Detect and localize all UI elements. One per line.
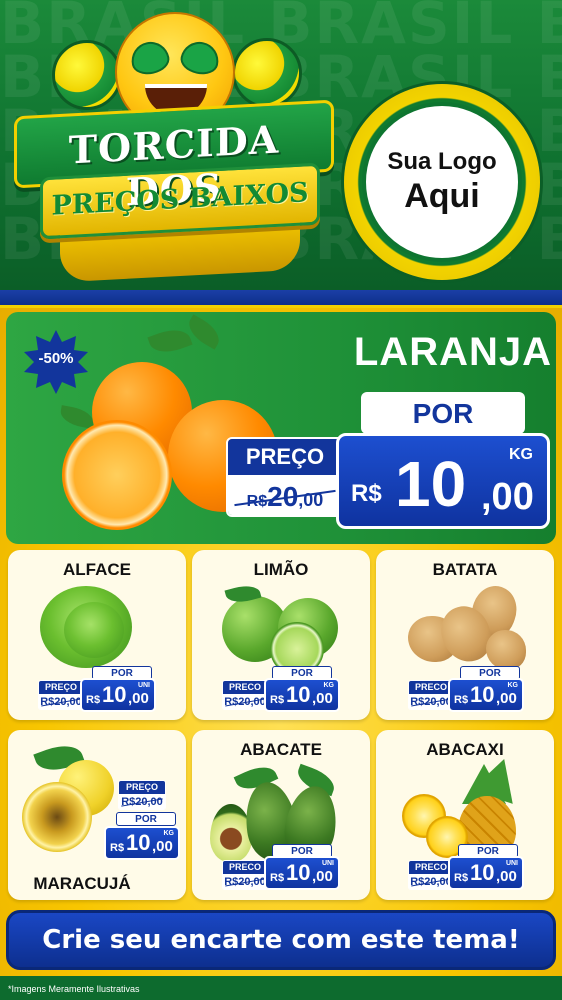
new-price-tag: R$ 10 ,00 KG xyxy=(264,678,340,712)
product-card-alface[interactable]: ALFACE POR PREÇO R$20,00 R$ 10 ,00 UNI xyxy=(8,550,186,720)
logo-text-line2: Aqui xyxy=(404,177,480,215)
preco-label: PRECO xyxy=(409,681,453,694)
currency: R$ xyxy=(454,694,469,706)
new-price-currency: R$ xyxy=(351,480,382,507)
new-price-tag: R$ 10 ,00 UNI xyxy=(264,856,340,890)
price-unit: UNI xyxy=(137,682,150,689)
product-name: ABACATE xyxy=(240,740,322,759)
price-unit: KG xyxy=(163,830,175,837)
price-cents: ,00 xyxy=(496,868,517,885)
old-price-tag: PREÇO R$20,00 xyxy=(118,780,166,810)
old-price-tag: PRECO R$20,00 xyxy=(222,680,268,710)
potato-icon xyxy=(486,630,526,670)
product-name: ABACAXI xyxy=(426,740,504,759)
soccer-ball-icon xyxy=(232,38,302,108)
price-integer: 10 xyxy=(286,682,311,707)
product-card-limao[interactable]: LIMÃO POR PRECO R$20,00 R$ 10 ,00 KG xyxy=(192,550,370,720)
product-name: ALFACE xyxy=(63,560,131,579)
new-price-tag: R$ 10 ,00 KG xyxy=(104,826,180,860)
new-price-tag: R$ 10 ,00 KG xyxy=(448,678,524,712)
old-price: R$20,00 xyxy=(409,694,453,709)
new-price-tag: R$ 10 ,00 UNI xyxy=(448,856,524,890)
price-integer: 10 xyxy=(126,830,151,855)
price-cents: ,00 xyxy=(128,690,149,707)
new-price-cents: ,00 xyxy=(481,476,534,518)
featured-preco-label: PREÇO xyxy=(228,439,342,475)
old-price-tag: PRECO R$20,00 xyxy=(222,860,268,890)
price-cents: ,00 xyxy=(496,690,517,707)
currency: R$ xyxy=(110,842,125,854)
old-price: R$20,00 xyxy=(223,694,267,709)
new-price-tag: R$ 10 ,00 UNI xyxy=(80,678,156,712)
price-unit: UNI xyxy=(505,860,518,867)
currency: R$ xyxy=(86,694,101,706)
cta-banner[interactable]: Crie seu encarte com este tema! xyxy=(6,910,556,970)
por-label: POR xyxy=(116,812,176,826)
price-integer: 10 xyxy=(102,682,127,707)
featured-product-name: LARANJA xyxy=(353,330,552,374)
preco-label: PREÇO xyxy=(119,781,165,794)
preco-label: PREÇO xyxy=(39,681,83,694)
price-unit: UNI xyxy=(321,860,334,867)
product-card-batata[interactable]: BATATA POR PRECO R$20,00 R$ 10 ,00 KG xyxy=(376,550,554,720)
disclaimer-note: *Imagens Meramente Ilustrativas xyxy=(8,984,140,994)
price-cents: ,00 xyxy=(312,690,333,707)
product-name: MARACUJÁ xyxy=(33,874,131,893)
old-price: R$20,00 xyxy=(39,694,83,709)
price-cents: ,00 xyxy=(312,868,333,885)
product-name: BATATA xyxy=(432,560,498,579)
product-card-abacate[interactable]: ABACATE POR PRECO R$20,00 R$ 10 ,00 UNI xyxy=(192,730,370,900)
price-cents: ,00 xyxy=(152,838,173,855)
new-price-integer: 10 xyxy=(395,448,467,520)
logo-text-line1: Sua Logo xyxy=(387,148,497,175)
price-integer: 10 xyxy=(470,682,495,707)
product-card-maracuja[interactable]: PREÇO R$20,00 POR R$ 10 ,00 KG MARACUJÁ xyxy=(8,730,186,900)
price-integer: 10 xyxy=(286,860,311,885)
new-price-unit: KG xyxy=(509,446,533,463)
orange-half-icon xyxy=(62,420,172,530)
soccer-ball-icon xyxy=(52,40,122,110)
product-card-abacaxi[interactable]: ABACAXI POR PRECO R$20,00 R$ 10 ,00 UNI xyxy=(376,730,554,900)
logo-placeholder-inner: Sua Logo Aqui xyxy=(362,102,522,262)
header-banner: BRASIL BRASIL BRASIL BRASIL BRASIL BRASI… xyxy=(0,0,562,290)
old-price: R$20,00 xyxy=(409,874,453,889)
featured-new-price: R$ 10 ,00 KG xyxy=(336,433,550,529)
old-price-tag: PREÇO R$20,00 xyxy=(38,680,84,710)
passion-fruit-half-icon xyxy=(22,782,92,852)
currency: R$ xyxy=(454,872,469,884)
cta-text: Crie seu encarte com este tema! xyxy=(42,925,520,955)
price-unit: KG xyxy=(507,682,519,689)
currency: R$ xyxy=(270,872,285,884)
heart-eye-icon xyxy=(128,38,172,78)
lettuce-leaf-icon xyxy=(64,602,124,658)
featured-old-price: R$20,00 xyxy=(228,475,342,515)
old-price: R$20,00 xyxy=(223,874,267,889)
featured-old-price-box: PREÇO R$20,00 xyxy=(226,437,344,517)
preco-label: PRECO xyxy=(223,681,267,694)
price-unit: KG xyxy=(323,682,335,689)
preco-label: PRECO xyxy=(223,861,267,874)
old-price: R$20,00 xyxy=(119,794,165,809)
divider-stripe xyxy=(0,290,562,308)
heart-eye-icon xyxy=(178,38,222,78)
logo-placeholder[interactable]: Sua Logo Aqui xyxy=(344,84,540,280)
discount-badge: -50% xyxy=(38,350,74,367)
featured-por-label: POR xyxy=(361,392,525,434)
currency: R$ xyxy=(270,694,285,706)
preco-label: PRECO xyxy=(409,861,453,874)
product-name: LIMÃO xyxy=(253,560,309,579)
price-integer: 10 xyxy=(470,860,495,885)
